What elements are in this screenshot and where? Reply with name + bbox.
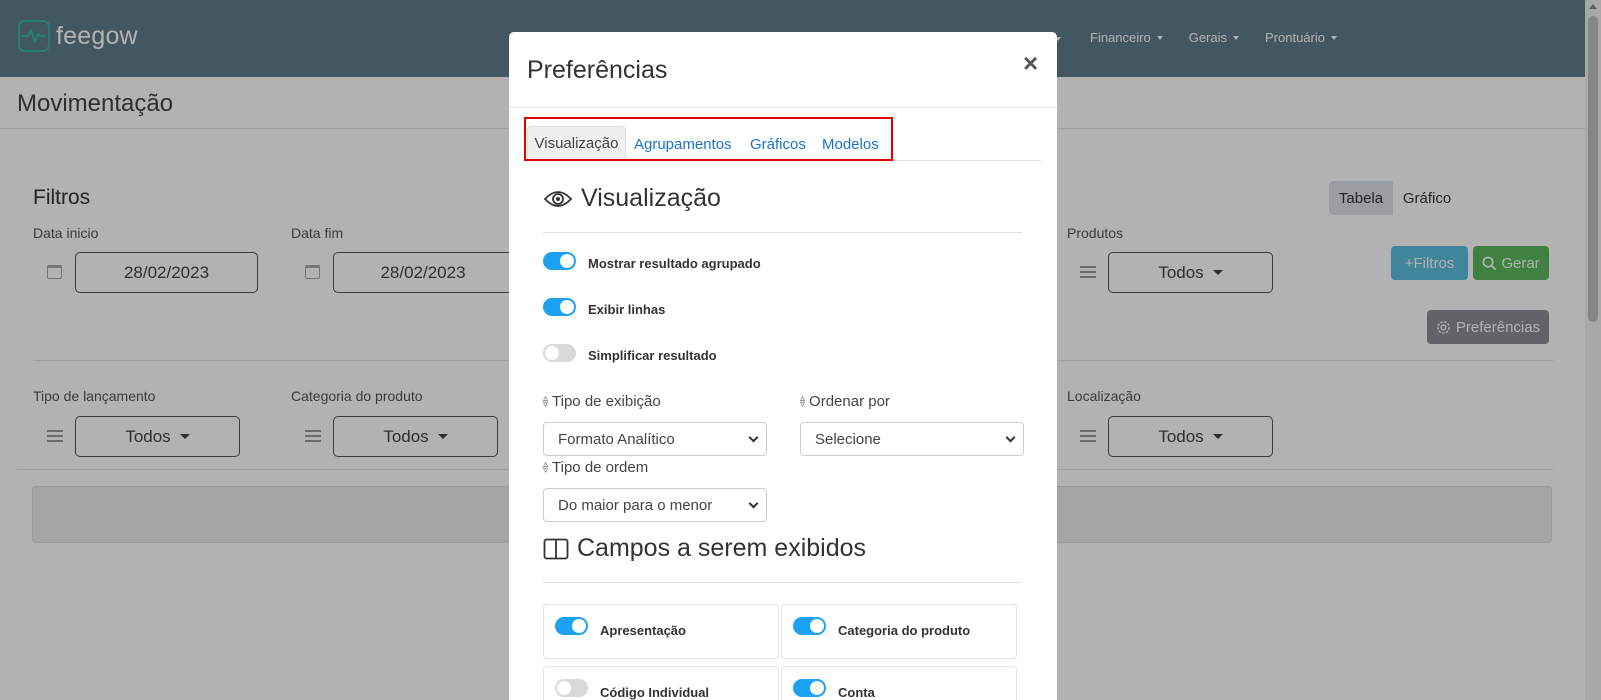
divider (543, 232, 1022, 233)
toggle-categoria-produto[interactable] (793, 617, 826, 635)
sort-icon: ▵ ▿ (543, 458, 549, 476)
section-title: Campos a serem exibidos (577, 534, 867, 562)
divider (509, 107, 1057, 108)
section-title: Visualização (581, 184, 721, 212)
sort-icon: ▵ ▿ (800, 392, 806, 410)
label-tipo-exibicao: ▵ ▿ Tipo de exibição (543, 393, 661, 410)
modal-title: Preferências (527, 56, 668, 84)
divider (543, 582, 1022, 583)
field-card-conta: Conta (781, 666, 1017, 700)
label-text: Tipo de ordem (552, 459, 649, 476)
chevron-down-icon (1005, 432, 1016, 443)
toggle-apresentacao[interactable] (555, 617, 588, 635)
select-value: Selecione (815, 430, 881, 448)
toggle-mostrar-resultado-agrupado[interactable] (543, 252, 576, 270)
toggle-label: Apresentação (600, 623, 686, 638)
select-value: Formato Analítico (558, 430, 675, 448)
toggle-label: Exibir linhas (588, 302, 666, 317)
section-campos: Campos a serem exibidos (543, 534, 866, 563)
highlight-annotation (524, 117, 893, 161)
label-text: Ordenar por (809, 393, 890, 410)
chevron-down-icon (748, 432, 759, 443)
toggle-label: Categoria do produto (838, 623, 971, 638)
toggle-simplificar-resultado[interactable] (543, 344, 576, 362)
field-card-categoria-produto: Categoria do produto (781, 604, 1017, 659)
label-text: Tipo de exibição (552, 393, 661, 410)
close-button[interactable]: × (1023, 50, 1038, 76)
section-visualizacao: Visualização (543, 184, 721, 213)
toggle-label: Conta (838, 685, 875, 700)
tipo-ordem-select[interactable]: Do maior para o menor (543, 488, 767, 522)
field-card-codigo-individual: Código Individual (543, 666, 779, 700)
toggle-label: Código Individual (600, 685, 710, 700)
label-tipo-ordem: ▵ ▿ Tipo de ordem (543, 459, 648, 476)
toggle-conta[interactable] (793, 679, 826, 697)
columns-icon (543, 538, 569, 560)
ordenar-por-select[interactable]: Selecione (800, 422, 1024, 456)
toggle-label: Simplificar resultado (588, 348, 717, 363)
eye-icon (543, 188, 573, 210)
chevron-down-icon (748, 498, 759, 509)
field-card-apresentacao: Apresentação (543, 604, 779, 659)
sort-icon: ▵ ▿ (543, 392, 549, 410)
toggle-exibir-linhas[interactable] (543, 298, 576, 316)
label-ordenar-por: ▵ ▿ Ordenar por (800, 393, 890, 410)
toggle-label: Mostrar resultado agrupado (588, 256, 761, 271)
toggle-codigo-individual[interactable] (555, 679, 588, 697)
tipo-exibicao-select[interactable]: Formato Analítico (543, 422, 767, 456)
preferencias-modal: Preferências × Visualização Agrupamentos… (509, 32, 1057, 700)
select-value: Do maior para o menor (558, 496, 713, 514)
